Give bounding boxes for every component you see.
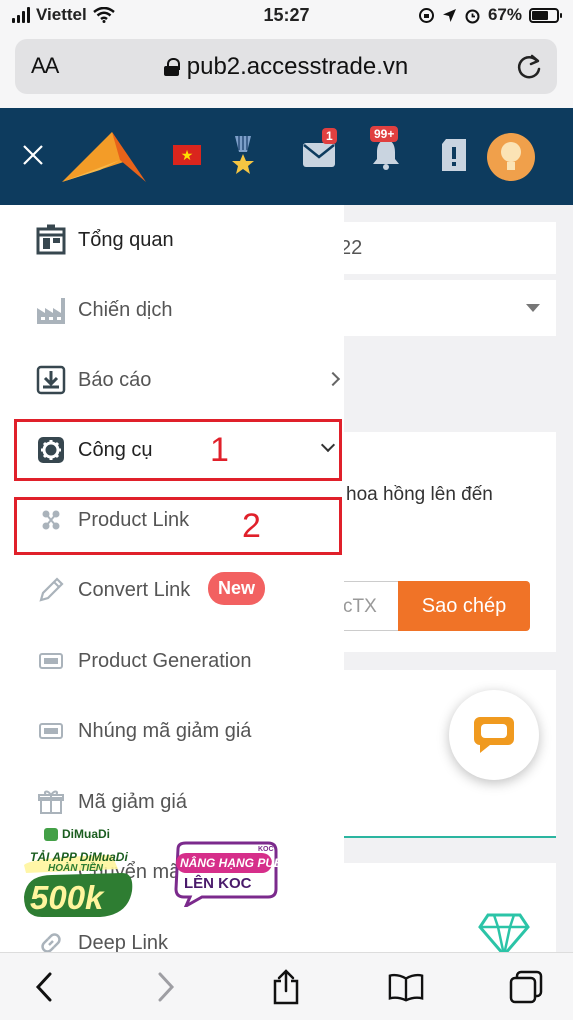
copy-button[interactable]: Sao chép [398,581,530,631]
download-box-icon [36,365,66,395]
battery-level [532,10,549,20]
koc-tag: KOC [258,846,274,853]
text-size-button[interactable]: AA [31,53,59,79]
ticket-icon [39,653,63,669]
tabs-icon [509,970,543,1004]
menu-label: Tổng quan [78,228,174,251]
new-badge: New [208,572,266,605]
rank-card [320,863,556,963]
accesstrade-logo[interactable] [60,130,148,186]
reload-icon[interactable] [515,53,543,81]
close-menu-button[interactable] [22,142,44,172]
chevron-right-icon [325,371,341,387]
mail-icon [303,143,335,167]
battery-percent: 67% [487,5,522,24]
date-field[interactable]: 22 [320,222,556,274]
gift-icon [38,790,64,814]
koc-promo[interactable]: KOC NÂNG HẠNG PUB LÊN KOC [172,841,283,910]
highlight-box-cong-cu [14,419,342,481]
url-display[interactable]: pub2.accesstrade.vn [15,53,557,81]
forward-button[interactable] [148,969,184,1005]
chat-icon [474,717,514,753]
commission-card: hoa hồng lên đến cTX Sao chép [320,432,556,652]
pencil-icon [39,577,64,602]
medal-icon[interactable] [229,136,257,176]
notification-badge: 99+ [370,126,399,142]
browser-toolbar [0,952,573,1020]
ticket-icon [39,723,63,739]
dimuadi-brand: DiMuaDi [62,827,110,841]
dimuadi-promo[interactable]: DiMuaDi TẢI APP DiMuaDi HOÀN TIỀN 500k [22,825,142,920]
chat-button[interactable] [449,690,539,780]
close-icon [23,145,43,165]
dimuadi-subline: HOÀN TIỀN [48,863,103,874]
chain-link-icon [41,933,61,952]
menu-item-convert-link[interactable]: Convert Link New [0,560,344,620]
vietnam-flag-icon[interactable]: ★ [173,145,201,165]
koc-subline: LÊN KOC [184,875,252,892]
chevron-left-icon [35,972,52,1002]
side-menu: Tổng quan Chiến dịch Báo cáo Công cụ Pro… [0,205,344,952]
text-size-label: AA [31,53,59,78]
battery-icon [529,7,562,23]
annotation-number-2: 2 [242,507,261,545]
chevron-right-icon [158,972,175,1002]
dimuadi-amount: 500k [30,879,104,916]
menu-label: Chiến dịch [78,298,173,321]
url-text: pub2.accesstrade.vn [186,52,409,80]
bookmarks-button[interactable] [388,969,424,1005]
alert-card-icon[interactable] [440,138,468,172]
notification-button[interactable]: 99+ [370,126,401,175]
flag-star: ★ [180,146,194,163]
dimuadi-headline: TẢI APP DiMuaDi [30,850,128,864]
dashboard-icon [36,224,66,255]
referral-code: cTX [343,596,377,617]
location-icon [442,8,456,22]
menu-label: Convert Link [78,578,191,601]
mail-button[interactable]: 1 [302,128,337,173]
tabs-button[interactable] [508,969,544,1005]
bell-icon [373,140,399,170]
share-icon [273,969,299,1005]
menu-label: Product Generation [78,649,252,672]
dropdown-arrow-icon [526,304,540,312]
browser-chrome: AA pub2.accesstrade.vn [0,32,573,108]
menu-item-ma-giam-gia[interactable]: Mã giảm giá [0,772,344,832]
menu-item-tong-quan[interactable]: Tổng quan [0,210,344,270]
app-header: ★ 1 99+ [0,108,573,205]
menu-label: Mã giảm giá [78,790,187,813]
address-bar[interactable]: AA pub2.accesstrade.vn [15,39,557,94]
menu-item-product-generation[interactable]: Product Generation [0,631,344,691]
diamond-icon [478,913,530,957]
menu-label: Deep Link [78,931,169,953]
lock-icon [163,57,180,76]
share-button[interactable] [268,969,304,1005]
status-bar: Viettel 15:27 67% [0,0,573,32]
status-right: 67% [418,5,562,25]
menu-item-chien-dich[interactable]: Chiến dịch [0,280,344,340]
alarm-icon [465,9,480,23]
user-avatar-icon [501,142,521,170]
highlight-box-product-link [14,497,342,555]
book-icon [388,973,424,1002]
menu-label: Nhúng mã giảm giá [78,719,252,742]
back-button[interactable] [26,969,62,1005]
menu-item-nhung-ma-giam-gia[interactable]: Nhúng mã giảm giá [0,701,344,761]
avatar[interactable] [487,133,535,181]
commission-text: hoa hồng lên đến [346,484,493,505]
orientation-lock-icon [418,7,434,23]
mail-badge: 1 [322,128,337,144]
factory-icon [37,298,65,324]
annotation-number-1: 1 [210,431,229,469]
campaign-select[interactable] [320,280,556,336]
menu-item-bao-cao[interactable]: Báo cáo [0,350,344,410]
koc-headline: NÂNG HẠNG PUB [180,856,283,870]
menu-label: Báo cáo [78,368,152,391]
